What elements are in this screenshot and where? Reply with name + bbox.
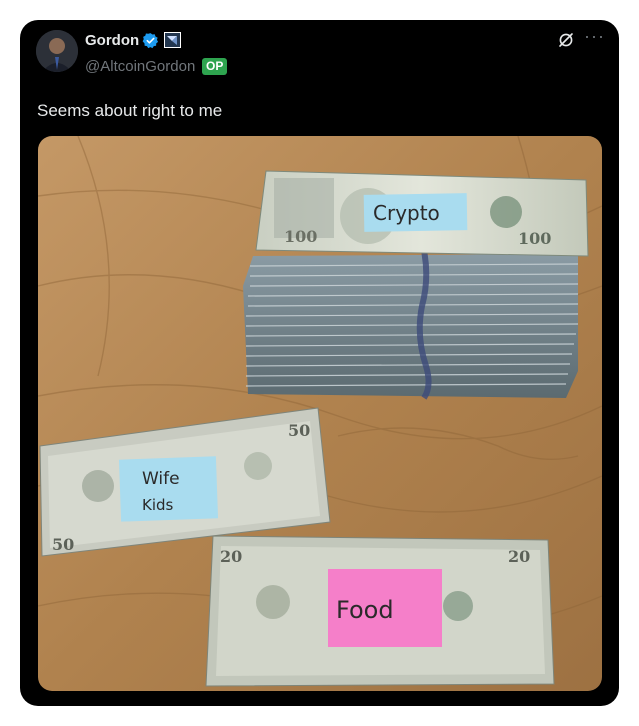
more-icon[interactable]: ···	[584, 26, 605, 47]
money-stacks-photo: 100 100 Crypto 50 50 Wife Kids 20 20 Foo…	[38, 136, 602, 691]
bill-denomination-bottom: 20	[220, 547, 242, 566]
op-badge: OP	[202, 58, 228, 75]
bill-denomination-middle: 50	[52, 535, 74, 554]
svg-text:20: 20	[508, 547, 530, 566]
bill-denomination-top: 100	[284, 227, 317, 246]
twenty-dollar-bills: 20 20 Food	[205, 535, 555, 687]
affiliate-badge-icon	[164, 32, 181, 48]
note-wife: Wife	[142, 469, 180, 489]
tweet-photo[interactable]: 100 100 Crypto 50 50 Wife Kids 20 20 Foo…	[38, 136, 602, 691]
verified-badge-icon	[142, 33, 159, 49]
tweet-card: Gordon @AltcoinGordon OP ··· Seems about…	[20, 20, 619, 706]
note-food: Food	[336, 596, 394, 624]
svg-text:100: 100	[518, 229, 551, 248]
note-kids: Kids	[142, 496, 174, 514]
tweet-text: Seems about right to me	[37, 101, 223, 120]
note-crypto: Crypto	[373, 201, 440, 225]
grok-icon[interactable]	[558, 32, 574, 48]
author-name[interactable]: Gordon	[85, 32, 139, 49]
author-handle[interactable]: @AltcoinGordon	[85, 58, 195, 75]
hundred-dollar-stack: 100 100 Crypto	[243, 170, 589, 400]
svg-text:50: 50	[288, 421, 310, 440]
avatar[interactable]	[36, 30, 78, 72]
